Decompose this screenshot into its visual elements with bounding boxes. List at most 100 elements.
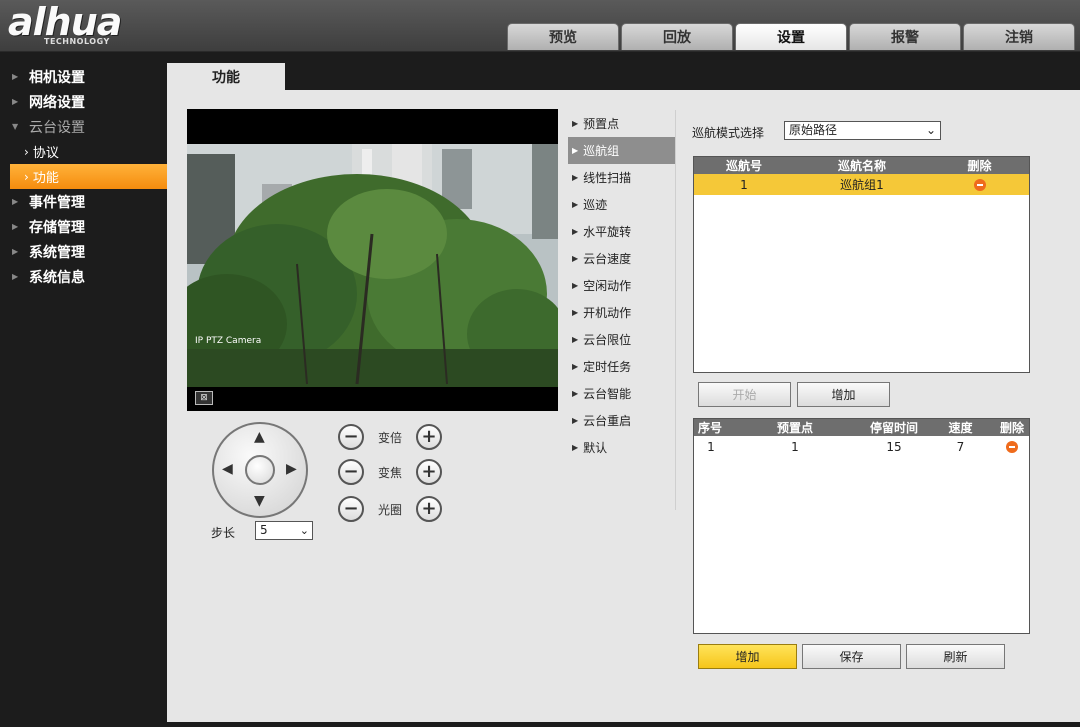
triangle-right-icon: ▶ bbox=[12, 72, 19, 81]
sidebar-item-protocol[interactable]: › 协议 bbox=[0, 139, 167, 164]
menu-item-speed[interactable]: ▶ 云台速度 bbox=[568, 245, 675, 272]
triangle-right-icon: ▶ bbox=[572, 146, 579, 155]
zoom-in-button[interactable]: + bbox=[416, 424, 442, 450]
sidebar-item-event[interactable]: ▶ 事件管理 bbox=[0, 189, 167, 214]
tab-strip bbox=[167, 52, 1080, 90]
sidebar-item-function[interactable]: › 功能 bbox=[10, 164, 167, 189]
triangle-right-icon: ▶ bbox=[572, 335, 579, 344]
dahua-logo: alhua TECHNOLOGY bbox=[8, 2, 122, 46]
iris-minus-button[interactable]: − bbox=[338, 496, 364, 522]
menu-item-label: 云台限位 bbox=[583, 333, 632, 347]
table-row[interactable]: 1 1 15 7 bbox=[694, 436, 1029, 457]
menu-item-label: 默认 bbox=[583, 441, 608, 455]
delete-icon[interactable] bbox=[973, 179, 986, 191]
zoom-out-button[interactable]: − bbox=[338, 424, 364, 450]
chevron-down-icon: ⌄ bbox=[299, 524, 309, 537]
step-select[interactable]: 5 ⌄ bbox=[255, 521, 313, 540]
tour-mode-select[interactable]: 原始路径 ⌄ bbox=[784, 121, 941, 140]
step-value: 5 bbox=[260, 523, 268, 537]
triangle-down-icon: ▼ bbox=[12, 122, 19, 131]
step-label: 步长 bbox=[211, 526, 236, 540]
ptz-direction-pad: ▲ ▼ ◀ ▶ bbox=[212, 422, 308, 518]
arrow-right-icon[interactable]: ▶ bbox=[286, 462, 297, 476]
triangle-right-icon: ▶ bbox=[572, 443, 579, 452]
fullscreen-icon[interactable]: ⊠ bbox=[195, 391, 213, 405]
triangle-right-icon: ▶ bbox=[572, 281, 579, 290]
menu-item-restart[interactable]: ▶ 云台重启 bbox=[568, 407, 675, 434]
menu-item-label: 巡迹 bbox=[583, 198, 608, 212]
sidebar-item-camera[interactable]: ▶ 相机设置 bbox=[0, 64, 167, 89]
arrow-down-icon[interactable]: ▼ bbox=[254, 494, 265, 508]
menu-item-tour[interactable]: ▶ 巡航组 bbox=[568, 137, 675, 164]
triangle-right-icon: ▶ bbox=[572, 416, 579, 425]
focus-plus-button[interactable]: + bbox=[416, 459, 442, 485]
menu-item-label: 云台速度 bbox=[583, 252, 632, 266]
menu-item-preset[interactable]: ▶ 预置点 bbox=[568, 110, 675, 137]
add-button[interactable]: 增加 bbox=[698, 644, 797, 669]
point-index: 1 bbox=[707, 439, 715, 454]
table-row[interactable]: 1 巡航组1 bbox=[694, 174, 1029, 195]
delete-icon[interactable] bbox=[1006, 441, 1018, 453]
video-preview[interactable]: IP PTZ Camera ⊠ bbox=[187, 109, 558, 411]
arrow-left-icon[interactable]: ◀ bbox=[222, 462, 233, 476]
point-speed: 7 bbox=[956, 439, 965, 454]
menu-item-label: 空闲动作 bbox=[583, 279, 632, 293]
tab-logout[interactable]: 注销 bbox=[963, 23, 1075, 50]
table-header: 巡航号 巡航名称 删除 bbox=[694, 157, 1029, 174]
focus-minus-button[interactable]: − bbox=[338, 459, 364, 485]
sidebar-item-label: 系统信息 bbox=[29, 269, 85, 286]
tab-preview[interactable]: 预览 bbox=[507, 23, 619, 50]
menu-item-pan[interactable]: ▶ 水平旋转 bbox=[568, 218, 675, 245]
refresh-button[interactable]: 刷新 bbox=[906, 644, 1005, 669]
menu-item-poweron[interactable]: ▶ 开机动作 bbox=[568, 299, 675, 326]
column-header: 停留时间 bbox=[869, 421, 918, 435]
logo-subtitle: TECHNOLOGY bbox=[44, 37, 110, 46]
tab-settings[interactable]: 设置 bbox=[735, 23, 847, 50]
tab-alarm[interactable]: 报警 bbox=[849, 23, 961, 50]
top-nav: 预览 回放 设置 报警 注销 bbox=[507, 23, 1077, 50]
menu-item-schedule[interactable]: ▶ 定时任务 bbox=[568, 353, 675, 380]
arrow-up-icon[interactable]: ▲ bbox=[254, 430, 265, 444]
sidebar-item-ptz[interactable]: ▼ 云台设置 bbox=[0, 114, 167, 139]
delete-cell bbox=[995, 440, 1029, 454]
triangle-right-icon: ▶ bbox=[12, 97, 19, 106]
triangle-right-icon: ▶ bbox=[572, 308, 579, 317]
triangle-right-icon: ▶ bbox=[12, 272, 19, 281]
triangle-right-icon: ▶ bbox=[12, 222, 19, 231]
sidebar-item-label: 事件管理 bbox=[29, 194, 85, 211]
zoom-label: 变倍 bbox=[377, 430, 402, 445]
ptz-function-menu: ▶ 预置点 ▶ 巡航组 ▶ 线性扫描 ▶ 巡迹 ▶ 水平旋转 ▶ 云台速度 ▶ 空闲动作 ▶ 开… bbox=[568, 110, 675, 461]
sidebar-item-label: 云台设置 bbox=[29, 119, 85, 136]
sidebar-item-storage[interactable]: ▶ 存储管理 bbox=[0, 214, 167, 239]
start-button[interactable]: 开始 bbox=[698, 382, 791, 407]
sidebar-item-system[interactable]: ▶ 系统管理 bbox=[0, 239, 167, 264]
add-group-button[interactable]: 增加 bbox=[797, 382, 890, 407]
column-header: 序号 bbox=[698, 421, 723, 435]
menu-item-label: 云台重启 bbox=[583, 414, 632, 428]
menu-item-scan[interactable]: ▶ 线性扫描 bbox=[568, 164, 675, 191]
menu-item-pattern[interactable]: ▶ 巡迹 bbox=[568, 191, 675, 218]
menu-item-idle[interactable]: ▶ 空闲动作 bbox=[568, 272, 675, 299]
menu-item-smart[interactable]: ▶ 云台智能 bbox=[568, 380, 675, 407]
iris-plus-button[interactable]: + bbox=[416, 496, 442, 522]
tab-playback[interactable]: 回放 bbox=[621, 23, 733, 50]
save-button[interactable]: 保存 bbox=[802, 644, 901, 669]
menu-item-label: 水平旋转 bbox=[583, 225, 632, 239]
column-header: 速度 bbox=[948, 421, 973, 435]
tour-number: 1 bbox=[740, 177, 748, 192]
column-header: 巡航号 bbox=[725, 159, 762, 173]
sidebar: ▶ 相机设置 ▶ 网络设置 ▼ 云台设置 › 协议 › 功能 ▶ 事件管理 ▶ … bbox=[0, 52, 167, 727]
menu-item-default[interactable]: ▶ 默认 bbox=[568, 434, 675, 461]
tab-function[interactable]: 功能 bbox=[167, 63, 285, 91]
camera-osd-label: IP PTZ Camera bbox=[195, 336, 262, 346]
sidebar-item-network[interactable]: ▶ 网络设置 bbox=[0, 89, 167, 114]
menu-item-label: 云台智能 bbox=[583, 387, 632, 401]
menu-item-limit[interactable]: ▶ 云台限位 bbox=[568, 326, 675, 353]
chevron-right-icon: › bbox=[24, 169, 29, 184]
top-header: alhua TECHNOLOGY 预览 回放 设置 报警 注销 bbox=[0, 0, 1080, 52]
sidebar-item-info[interactable]: ▶ 系统信息 bbox=[0, 264, 167, 289]
point-preset: 1 bbox=[791, 439, 799, 454]
ptz-center-button[interactable] bbox=[245, 455, 275, 485]
menu-item-label: 巡航组 bbox=[583, 144, 620, 158]
zoom-control: − 变倍 + bbox=[338, 424, 442, 450]
